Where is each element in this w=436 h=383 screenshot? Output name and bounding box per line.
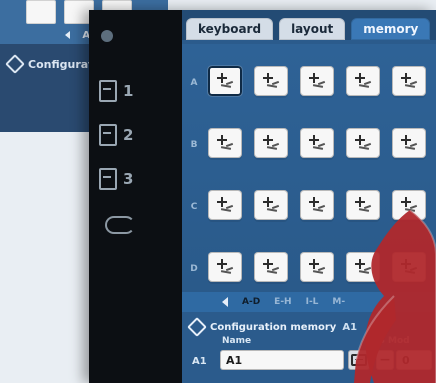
memory-bank-icon [99,124,117,146]
page-m[interactable]: M- [332,297,345,307]
row-label: B [190,140,198,150]
memory-bank-3-label: 3 [123,170,134,188]
stitch-icon [353,196,373,214]
mode-value-field[interactable]: 0 [396,350,432,370]
stitch-icon [307,134,327,152]
memory-slot-d2[interactable]: D2 [254,252,288,282]
row-label: C [190,202,198,212]
wrench-icon [187,317,207,337]
stitch-icon [307,196,327,214]
config-row-id: A1 [192,356,207,367]
selected-memory-slot: A1 [342,321,358,333]
memory-bank-2-label: 2 [123,126,134,144]
stitch-icon [353,134,373,152]
configuration-memory-section: Configuration memory A1 Name B Mod A1 A1… [182,312,436,383]
memory-slot-d5[interactable]: D5 [392,252,426,282]
memory-bank-1-button[interactable]: 1 [99,78,139,104]
memory-bank-icon [99,80,117,102]
stitch-icon [261,258,281,276]
memory-grid: A B C D A1 A2 A3 A4 A5 [182,44,436,292]
page-a-d[interactable]: A-D [242,297,260,307]
wrench-icon [5,54,25,74]
stitch-icon [307,258,327,276]
memory-panel: keyboard layout memory A B C D A1 A2 A3 [182,10,436,383]
memory-slot-b4[interactable]: B4 [346,128,380,158]
memory-slot-c2[interactable]: C2 [254,190,288,220]
mode-label: B Mod [378,336,410,346]
stitch-icon [261,196,281,214]
stitch-icon [399,72,419,90]
memory-slot-c3[interactable]: C3 [300,190,334,220]
row-label: D [190,264,198,274]
stitch-icon [261,72,281,90]
stitch-icon [307,72,327,90]
memory-slot-d3[interactable]: D3 [300,252,334,282]
page-i-l[interactable]: I-L [306,297,319,307]
keyboard-button[interactable] [348,350,370,370]
page-e-h[interactable]: E-H [274,297,291,307]
keyboard-icon [351,354,367,366]
background-pager-left-icon [65,31,71,39]
left-rail: 1 2 3 [89,10,183,383]
stitch-icon [215,196,235,214]
grid-pager: A-D E-H I-L M- [182,292,436,312]
page-prev-icon[interactable] [222,297,228,307]
stitch-icon [215,258,235,276]
memory-slot-a3[interactable]: A3 [300,66,334,96]
return-arrow-icon[interactable] [105,216,135,234]
configuration-memory-title: Configuration memory A1 [187,317,358,337]
stitch-icon [215,134,235,152]
stitch-icon [353,72,373,90]
tab-memory[interactable]: memory [351,18,431,40]
configuration-title-text: Configuration memory [210,321,337,333]
tab-layout[interactable]: layout [279,18,346,40]
name-label: Name [222,336,252,346]
memory-slot-a5[interactable]: A5 [392,66,426,96]
memory-bank-icon [99,168,117,190]
tab-bar: keyboard layout memory [182,10,436,40]
memory-bank-1-label: 1 [123,82,134,100]
memory-slot-d4[interactable]: D4 [346,252,380,282]
background-memory-tile [26,0,56,24]
memory-bank-2-button[interactable]: 2 [99,122,139,148]
memory-slot-b1[interactable]: B1 [208,128,242,158]
stitch-icon [353,258,373,276]
memory-slot-d1[interactable]: D1 [208,252,242,282]
stitch-icon [399,258,419,276]
memory-bank-3-button[interactable]: 3 [99,166,139,192]
background-config-label: Configurat [28,57,94,71]
memory-slot-a4[interactable]: A4 [346,66,380,96]
status-dot-icon [101,30,113,42]
memory-slot-a2[interactable]: A2 [254,66,288,96]
stitch-icon [261,134,281,152]
memory-slot-c4[interactable]: C4 [346,190,380,220]
stitch-icon [399,134,419,152]
memory-slot-a1[interactable]: A1 [208,66,242,96]
tab-keyboard[interactable]: keyboard [186,18,274,40]
memory-window: 1 2 3 keyboard layout memory A B C D A1 [89,10,436,383]
memory-slot-b5[interactable]: B5 [392,128,426,158]
memory-slot-b2[interactable]: B2 [254,128,288,158]
decrease-button[interactable]: − [376,350,394,370]
memory-slot-c1[interactable]: C1 [208,190,242,220]
stitch-icon [399,196,419,214]
memory-slot-c5[interactable]: C5 [392,190,426,220]
stitch-icon [215,72,235,90]
memory-slot-b3[interactable]: B3 [300,128,334,158]
memory-name-field[interactable]: A1 [220,350,344,370]
row-label: A [190,78,198,88]
